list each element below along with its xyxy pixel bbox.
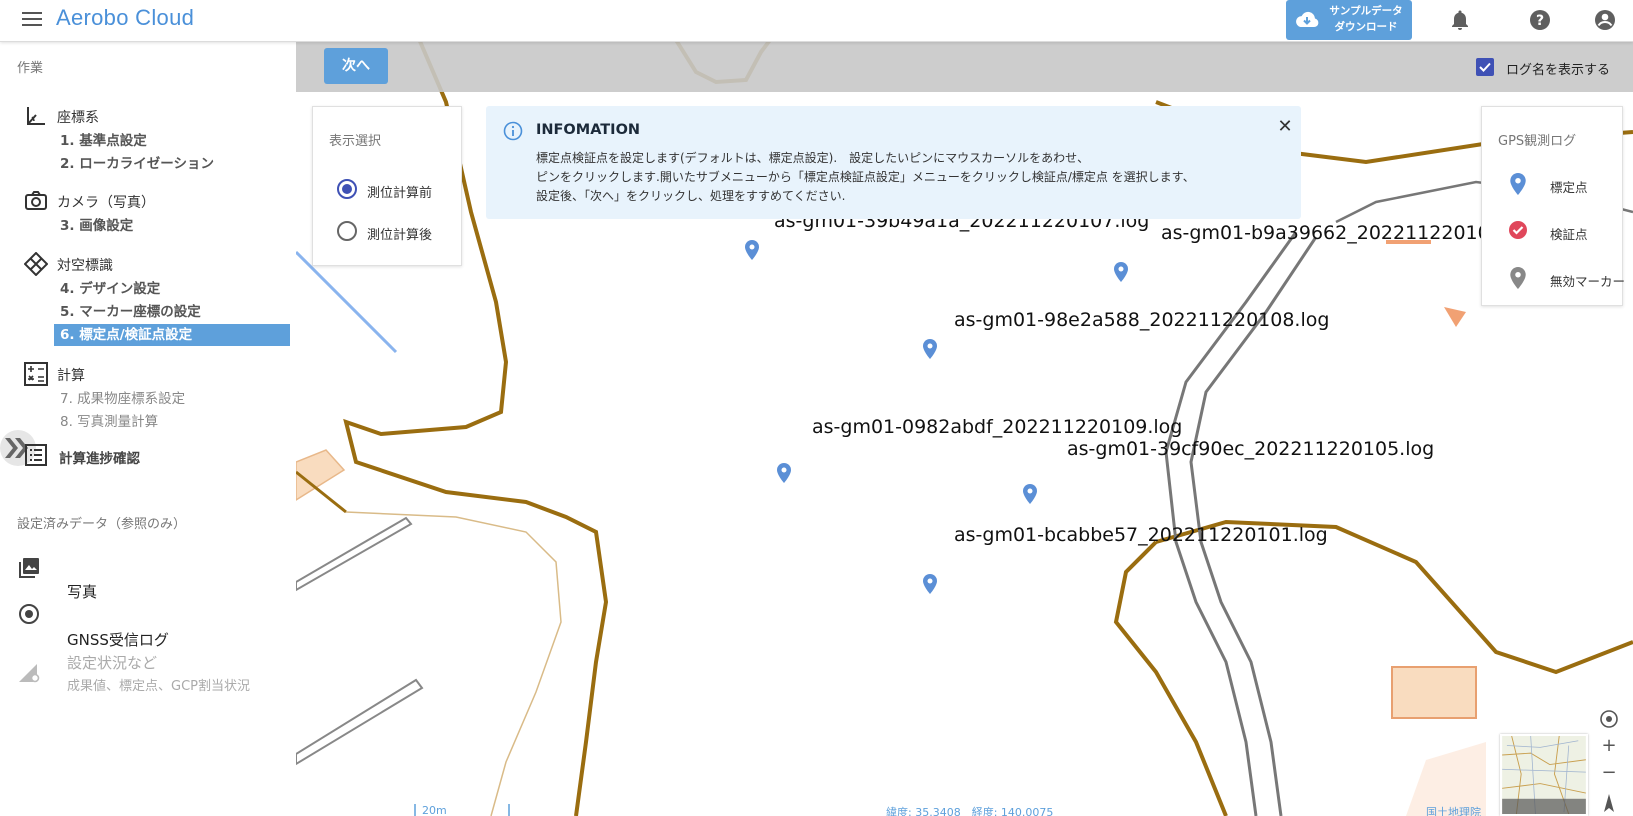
app-header: Aerobo Cloud サンプルデータ ダウンロード ?: [0, 0, 1633, 42]
sidebar: 作業 座標系 1. 基準点設定 2. ローカライゼーション カメラ（写真） 3.…: [0, 42, 296, 816]
show-log-names-label[interactable]: ログ名を表示する: [1506, 59, 1610, 78]
compass-icon[interactable]: [1598, 792, 1620, 814]
pin-label: as-gm01-0982abdf_202211220109.log: [812, 416, 1183, 438]
group-title-aerial-marker[interactable]: 対空標識: [57, 255, 113, 275]
sidebar-item-localization[interactable]: 2. ローカライゼーション: [54, 153, 290, 175]
gcp-pin-icon: [1510, 173, 1526, 195]
checkpoint-icon: [1509, 221, 1527, 239]
radio-before-calculation[interactable]: [337, 179, 357, 199]
sample-data-download-button[interactable]: サンプルデータ ダウンロード: [1286, 0, 1412, 40]
map-pin-icon[interactable]: [923, 339, 937, 359]
information-banner: INFOMATION 標定点検証点を設定します(デフォルトは、標定点設定). 設…: [486, 106, 1301, 219]
axis-icon: [27, 107, 45, 125]
work-section-label: 作業: [17, 61, 44, 76]
group-title-calculation[interactable]: 計算: [57, 365, 85, 385]
pin-label: as-gm01-39cf90ec_202211220105.log: [1067, 438, 1435, 460]
display-select-panel: 表示選択 測位計算前 測位計算後: [312, 106, 462, 266]
photo-icon: [19, 558, 39, 578]
legend-title: GPS観測ログ: [1498, 134, 1577, 149]
close-icon[interactable]: ✕: [1276, 118, 1294, 136]
target-marker-icon: [24, 252, 48, 276]
hamburger-menu-icon[interactable]: [22, 10, 42, 28]
map-pin-icon[interactable]: [923, 574, 937, 594]
sidebar-item-output-coordinate-system[interactable]: 7. 成果物座標系設定: [54, 388, 290, 410]
svg-text:?: ?: [1536, 13, 1544, 29]
map-pin-icon[interactable]: [1114, 262, 1128, 282]
gps-log-legend-panel: GPS観測ログ 標定点 検証点 無効マーカー: [1481, 106, 1626, 306]
pin-label: as-gm01-bcabbe57_202211220101.log: [954, 524, 1328, 546]
progress-check-link[interactable]: 計算進捗確認: [59, 447, 140, 467]
reference-gnss-log-link[interactable]: GNSS受信ログ: [67, 629, 169, 650]
minimap-thumbnail[interactable]: [1500, 734, 1588, 816]
show-log-names-checkbox[interactable]: [1476, 58, 1494, 76]
zoom-out-icon[interactable]: −: [1598, 762, 1620, 784]
reference-section-label: 設定済みデータ（参照のみ）: [17, 517, 187, 532]
map-pin-icon[interactable]: [745, 240, 759, 260]
map-area[interactable]: 次へ ログ名を表示する 表示選択 測位計算前 測位計算後 as-gm01-39b…: [296, 42, 1633, 816]
sidebar-item-marker-coordinates[interactable]: 5. マーカー座標の設定: [54, 301, 290, 323]
sidebar-item-base-point[interactable]: 1. 基準点設定: [54, 130, 290, 152]
radio-after-calculation[interactable]: [337, 221, 357, 241]
information-body: 標定点検証点を設定します(デフォルトは、標定点設定). 設定したいピンにマウスカ…: [536, 151, 1195, 203]
sidebar-item-photogrammetry-calc[interactable]: 8. 写真測量計算: [54, 411, 290, 433]
coordinates-readout: 緯度: 35.3408 経度: 140.0075: [886, 806, 1054, 816]
camera-icon: [25, 191, 47, 210]
account-icon[interactable]: [1593, 8, 1617, 32]
group-title-camera[interactable]: カメラ（写真）: [57, 192, 155, 212]
locate-icon[interactable]: [1598, 708, 1620, 730]
legend-label-checkpoint: 検証点: [1550, 227, 1588, 242]
download-button-label: サンプルデータ ダウンロード: [1329, 5, 1403, 33]
radio-after-calculation-label[interactable]: 測位計算後: [367, 224, 432, 243]
calculator-icon: [24, 362, 48, 386]
map-pin-icon[interactable]: [777, 463, 791, 483]
legend-label-gcp: 標定点: [1550, 180, 1588, 195]
invalid-marker-icon: [1510, 267, 1526, 289]
app-title[interactable]: Aerobo Cloud: [56, 5, 194, 31]
display-select-title: 表示選択: [329, 134, 382, 149]
list-icon: [25, 444, 47, 466]
reference-status-sub: 成果値、標定点、GCP割当状況: [67, 679, 250, 694]
sidebar-item-gcp-checkpoint[interactable]: 6. 標定点/検証点設定: [54, 324, 290, 346]
checkmark-icon: [1479, 62, 1491, 72]
cloud-download-icon: [1296, 11, 1319, 28]
gnss-icon: [19, 604, 39, 624]
group-title-coordinate-system[interactable]: 座標系: [57, 107, 99, 127]
info-icon: [503, 121, 523, 141]
map-toolbar: 次へ ログ名を表示する: [296, 42, 1633, 92]
radio-before-calculation-label[interactable]: 測位計算前: [367, 182, 432, 201]
legend-label-invalid: 無効マーカー: [1550, 274, 1626, 289]
help-icon[interactable]: ?: [1528, 8, 1552, 32]
sidebar-item-image-settings[interactable]: 3. 画像設定: [54, 215, 290, 237]
pin-label: as-gm01-98e2a588_202211220108.log: [954, 309, 1330, 331]
sidebar-item-design-settings[interactable]: 4. デザイン設定: [54, 278, 290, 300]
settings-status-icon: [19, 664, 40, 683]
information-title: INFOMATION: [536, 122, 641, 138]
map-pin-icon[interactable]: [1023, 484, 1037, 504]
scale-label: 20m: [422, 804, 447, 816]
attribution-link[interactable]: 国土地理院: [1426, 804, 1481, 816]
zoom-in-icon[interactable]: +: [1598, 735, 1620, 757]
bell-icon[interactable]: [1448, 8, 1472, 32]
reference-photos-link[interactable]: 写真: [67, 581, 97, 602]
next-button[interactable]: 次へ: [324, 48, 388, 84]
reference-status-link[interactable]: 設定状況など: [67, 652, 157, 673]
